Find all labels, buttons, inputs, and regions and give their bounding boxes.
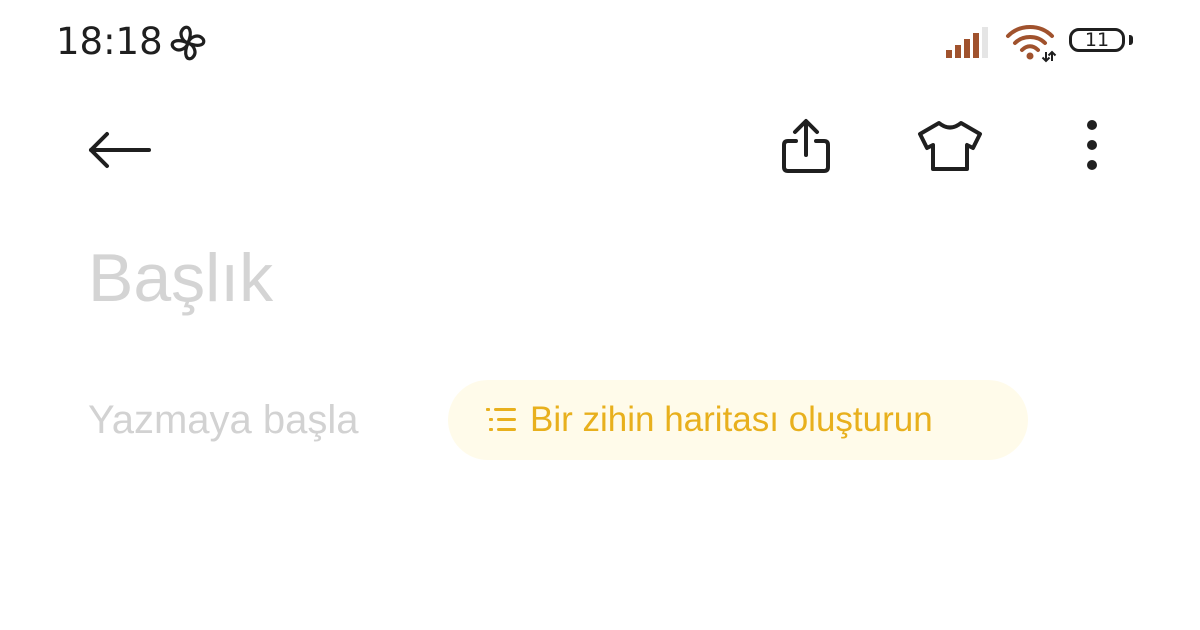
wifi-icon bbox=[1006, 25, 1057, 63]
more-button[interactable] bbox=[1062, 108, 1122, 184]
note-editor-screen: 18:18 11 Başlık Yazmaya başla Bir zihin … bbox=[0, 0, 1200, 630]
battery-level: 11 bbox=[1084, 29, 1110, 51]
battery-cap bbox=[1129, 35, 1133, 45]
body-input[interactable]: Yazmaya başla bbox=[88, 396, 359, 444]
create-mindmap-label: Bir zihin haritası oluşturun bbox=[530, 400, 933, 439]
back-button[interactable] bbox=[78, 112, 162, 188]
battery-icon: 11 bbox=[1069, 26, 1137, 58]
share-button[interactable] bbox=[768, 108, 844, 184]
status-time: 18:18 bbox=[56, 20, 163, 63]
share-icon bbox=[782, 119, 830, 173]
pinwheel-icon bbox=[170, 25, 206, 61]
more-vertical-icon bbox=[1087, 120, 1097, 170]
create-mindmap-button[interactable]: Bir zihin haritası oluşturun bbox=[448, 380, 1028, 460]
list-icon bbox=[486, 408, 516, 431]
theme-button[interactable] bbox=[908, 108, 992, 184]
tshirt-icon bbox=[918, 121, 982, 171]
title-input[interactable]: Başlık bbox=[88, 236, 273, 320]
signal-icon bbox=[946, 27, 988, 58]
back-arrow-icon bbox=[89, 132, 151, 168]
